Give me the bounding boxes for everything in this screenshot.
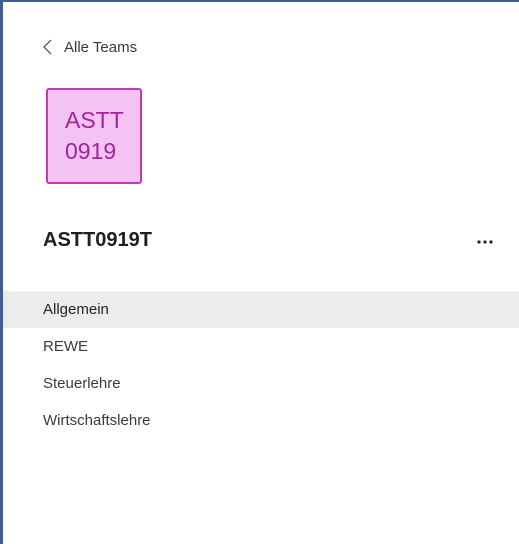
team-name: ASTT0919T <box>43 229 152 251</box>
channel-label: Wirtschaftslehre <box>43 412 151 429</box>
channel-label: Steuerlehre <box>43 375 121 392</box>
channel-item-steuerlehre[interactable]: Steuerlehre <box>3 365 519 402</box>
avatar-text-line-1: ASTT <box>65 107 124 133</box>
chevron-left-icon <box>43 39 52 55</box>
channel-item-allgemein[interactable]: Allgemein <box>3 291 519 328</box>
more-options-button[interactable] <box>467 226 503 254</box>
avatar-text-line-2: 0919 <box>65 138 117 164</box>
channel-item-wirtschaftslehre[interactable]: Wirtschaftslehre <box>3 402 519 439</box>
channel-list: Allgemein REWE Steuerlehre Wirtschaftsle… <box>3 291 519 439</box>
team-avatar: ASTT 0919 <box>46 88 142 184</box>
ellipsis-icon <box>477 231 493 249</box>
channel-item-rewe[interactable]: REWE <box>3 328 519 365</box>
channel-label: Allgemein <box>43 301 109 318</box>
back-to-all-teams-link[interactable]: Alle Teams <box>43 36 137 58</box>
channel-label: REWE <box>43 338 88 355</box>
back-label: Alle Teams <box>64 38 138 56</box>
team-panel: Alle Teams ASTT 0919 ASTT0919T Allgemein… <box>0 0 519 544</box>
